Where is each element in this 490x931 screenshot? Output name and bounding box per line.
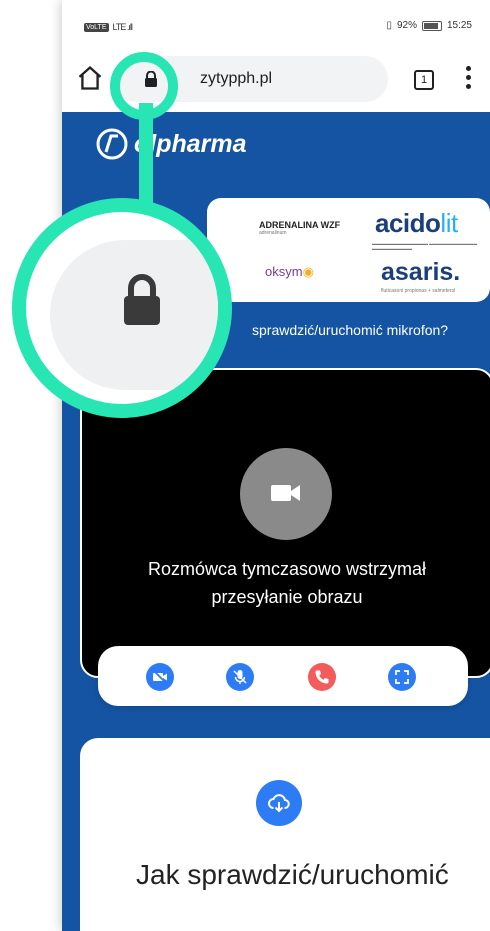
callout-connector xyxy=(139,103,153,203)
zoom-magnifier: wi xyxy=(12,198,232,418)
call-controls xyxy=(98,646,468,706)
status-bar: VoLTE LTE .ıll ▯ 92% 15:25 xyxy=(62,0,490,42)
help-card: Jak sprawdzić/uruchomić xyxy=(80,738,490,931)
clock: 15:25 xyxy=(446,20,472,31)
tab-switcher-button[interactable]: 1 xyxy=(414,70,434,90)
mic-off-icon xyxy=(233,670,247,684)
partner-logos-panel: ADRENALINA WZF adrenalinum acidolit ▬▬▬▬… xyxy=(207,198,490,302)
asaris-logo: asaris. xyxy=(381,258,461,286)
status-left: VoLTE LTE .ıll xyxy=(84,22,133,32)
hang-up-button[interactable] xyxy=(308,663,336,691)
help-title: Jak sprawdzić/uruchomić xyxy=(136,859,449,890)
sun-icon: ◉ xyxy=(302,264,314,279)
home-icon[interactable] xyxy=(76,64,104,92)
cloud-download-icon xyxy=(268,794,290,813)
fullscreen-icon xyxy=(395,670,409,684)
battery-icon xyxy=(421,20,442,31)
asaris-subtitle: fluticasoni propionas + salmeterol xyxy=(381,288,456,294)
oksym-logo: oksym◉ xyxy=(265,264,314,279)
url-text[interactable]: zytypph.pl xyxy=(200,70,272,88)
status-right: ▯ 92% 15:25 xyxy=(386,20,472,31)
howto-microphone-link[interactable]: sprawdzić/uruchomić mikrofon? xyxy=(252,320,452,340)
volte-badge: VoLTE xyxy=(84,22,109,32)
camera-off-indicator xyxy=(240,448,332,540)
fullscreen-button[interactable] xyxy=(388,663,416,691)
battery-percent: 92% xyxy=(396,20,417,31)
video-paused-message: Rozmówca tymczasowo wstrzymał przesyłani… xyxy=(147,559,427,607)
acidolit-fineprint: ▬▬▬▬▬▬▬▬▬▬▬▬▬▬ ▬▬▬▬▬▬▬▬▬▬▬▬ ▬▬▬▬▬▬▬▬▬▬ xyxy=(372,241,478,251)
camera-off-icon xyxy=(153,670,167,684)
signal-icon: LTE .ıll xyxy=(112,22,133,32)
vibrate-icon: ▯ xyxy=(386,20,392,31)
more-menu-icon[interactable] xyxy=(466,66,472,90)
zoomed-lock-icon xyxy=(124,274,160,325)
toggle-camera-button[interactable] xyxy=(146,663,174,691)
download-button[interactable] xyxy=(256,780,302,826)
toggle-mic-button[interactable] xyxy=(226,663,254,691)
acidolit-logo: acidolit xyxy=(375,208,458,238)
phone-icon xyxy=(315,670,329,684)
phone-screen: VoLTE LTE .ıll ▯ 92% 15:25 zytypph.pl 1 xyxy=(62,0,490,931)
logo-mark-icon xyxy=(96,128,128,160)
adrenalina-logo: ADRENALINA WZF adrenalinum xyxy=(259,220,341,236)
polpharma-logo: olpharma xyxy=(96,128,247,160)
video-camera-icon xyxy=(271,485,300,501)
